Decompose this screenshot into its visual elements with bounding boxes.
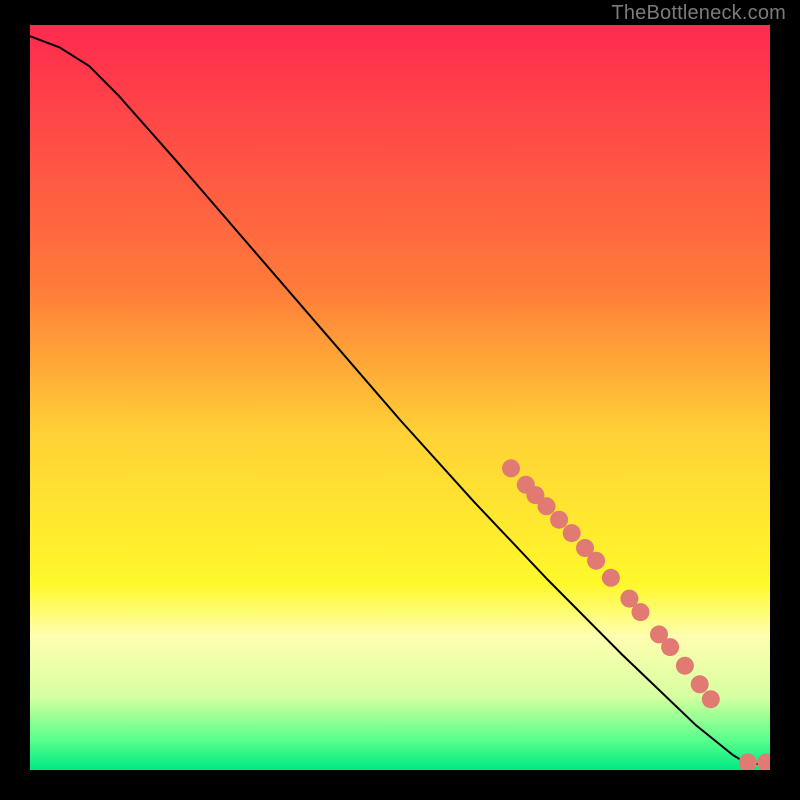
curve-marker bbox=[563, 524, 581, 542]
curve-marker bbox=[661, 638, 679, 656]
curve-marker bbox=[538, 497, 556, 515]
plot-area bbox=[30, 25, 770, 770]
curve-marker bbox=[691, 675, 709, 693]
attribution-label: TheBottleneck.com bbox=[611, 2, 786, 25]
curve-marker bbox=[702, 690, 720, 708]
curve-marker bbox=[676, 657, 694, 675]
curve-marker bbox=[632, 603, 650, 621]
chart-frame: TheBottleneck.com bbox=[0, 0, 800, 800]
curve-marker bbox=[587, 552, 605, 570]
chart-svg bbox=[30, 25, 770, 770]
curve-marker bbox=[502, 459, 520, 477]
gradient-background bbox=[30, 25, 770, 770]
curve-marker bbox=[602, 569, 620, 587]
curve-marker bbox=[550, 511, 568, 529]
